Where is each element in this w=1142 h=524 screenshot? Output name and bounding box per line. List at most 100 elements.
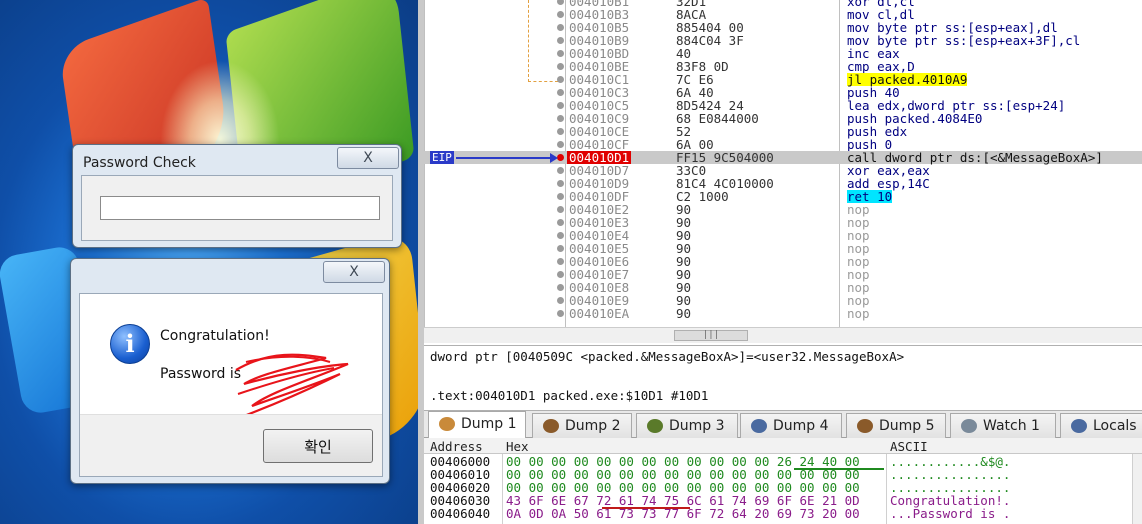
dialog-body xyxy=(81,175,393,241)
breakpoint-dot-icon[interactable] xyxy=(557,37,564,44)
breakpoint-dot-icon[interactable] xyxy=(557,167,564,174)
code-row[interactable]: 004010E3 90 nop xyxy=(424,216,1142,229)
password-input[interactable] xyxy=(100,196,380,220)
tab-dump-5[interactable]: Dump 5 xyxy=(846,413,946,438)
ok-button[interactable]: 확인 xyxy=(263,429,373,463)
tab-label: Locals xyxy=(1093,418,1137,434)
code-row[interactable]: 004010D7 33C0 xor eax,eax xyxy=(424,164,1142,177)
code-row[interactable]: 004010B1 32D1 xor dl,cl xyxy=(424,0,1142,8)
message-line-password: Password is xyxy=(160,366,242,382)
breakpoint-dot-icon[interactable] xyxy=(557,76,564,83)
debugger-window: 004010B1 32D1 xor dl,cl 004010B3 8ACA mov cl,… xyxy=(418,0,1142,524)
instruction-address: 004010EA xyxy=(569,306,630,321)
tab-label: Dump 4 xyxy=(773,418,829,434)
horizontal-scrollbar[interactable]: ||| xyxy=(424,327,1142,343)
tab-dump-1[interactable]: Dump 1 xyxy=(428,411,526,439)
breakpoint-dot-icon[interactable] xyxy=(557,24,564,31)
breakpoint-dot-icon[interactable] xyxy=(557,180,564,187)
eip-marker: EIP xyxy=(430,151,454,164)
info-icon: i xyxy=(110,324,150,364)
breakpoint-dot-icon[interactable] xyxy=(557,232,564,239)
breakpoint-dot-icon[interactable] xyxy=(557,310,564,317)
breakpoint-dot-icon[interactable] xyxy=(557,245,564,252)
dump-ascii: ...Password is . xyxy=(890,506,1011,521)
dialog-title: Password Check xyxy=(83,155,196,171)
instruction-bytes: 90 xyxy=(676,306,692,321)
tab-label: Dump 2 xyxy=(565,418,621,434)
code-row[interactable]: 004010EA 90 nop xyxy=(424,307,1142,320)
message-footer: 확인 xyxy=(80,414,382,476)
code-row[interactable]: 004010C1 7C E6 jl packed.4010A9 xyxy=(424,73,1142,86)
watch-icon xyxy=(961,419,977,433)
close-button[interactable]: X xyxy=(323,261,385,283)
close-button[interactable]: X xyxy=(337,147,399,169)
dump-row[interactable]: 00406040 0A 0D 0A 50 61 73 73 77 6F 72 64… xyxy=(424,507,1142,520)
tab-label: Dump 1 xyxy=(461,416,517,432)
code-row[interactable]: 004010DF C2 1000 ret 10 xyxy=(424,190,1142,203)
breakpoint-dot-icon[interactable] xyxy=(557,128,564,135)
breakpoint-dot-icon[interactable] xyxy=(557,258,564,265)
breakpoint-dot-icon[interactable] xyxy=(557,115,564,122)
code-row[interactable]: 004010E8 90 nop xyxy=(424,281,1142,294)
column-header-ascii: ASCII xyxy=(890,439,928,454)
scrollbar-thumb[interactable]: ||| xyxy=(674,330,748,341)
column-header-hex: Hex xyxy=(506,439,529,454)
breakpoint-dot-icon[interactable] xyxy=(557,102,564,109)
breakpoint-dot-icon[interactable] xyxy=(557,297,564,304)
breakpoint-dot-icon[interactable] xyxy=(557,154,564,161)
breakpoint-dot-icon[interactable] xyxy=(557,63,564,70)
dump-tabs: Dump 1 Dump 2 Dump 3 Dump 4 Dump 5 Watch… xyxy=(424,410,1142,439)
message-body: i Congratulation! Password is 확인 xyxy=(79,293,383,477)
code-row[interactable]: 004010E4 90 nop xyxy=(424,229,1142,242)
dump-header: Address Hex ASCII xyxy=(424,438,1142,454)
breakpoint-dot-icon[interactable] xyxy=(557,0,564,5)
tab-label: Dump 3 xyxy=(669,418,725,434)
info-line: .text:004010D1 packed.exe:$10D1 #10D1 xyxy=(430,388,709,403)
breakpoint-dot-icon[interactable] xyxy=(557,206,564,213)
tab-label: Dump 5 xyxy=(879,418,935,434)
eip-arrow-icon xyxy=(550,153,558,163)
tab-locals[interactable]: Locals xyxy=(1060,413,1142,438)
code-row[interactable]: 004010E2 90 nop xyxy=(424,203,1142,216)
column-header-address: Address xyxy=(430,439,483,454)
dump-icon xyxy=(751,419,767,433)
disassembly-pane[interactable]: 004010B1 32D1 xor dl,cl 004010B3 8ACA mov cl,… xyxy=(424,0,1142,345)
redaction-scribble xyxy=(235,353,349,418)
code-row[interactable]: 004010BD 40 inc eax xyxy=(424,47,1142,60)
password-check-dialog: Password Check X xyxy=(72,144,402,248)
breakpoint-dot-icon[interactable] xyxy=(557,271,564,278)
code-row[interactable]: 004010B9 884C04 3F mov byte ptr ss:[esp+ea… xyxy=(424,34,1142,47)
message-box-dialog: X i Congratulation! Password is 확인 xyxy=(70,258,390,484)
tab-dump-2[interactable]: Dump 2 xyxy=(532,413,632,438)
breakpoint-dot-icon[interactable] xyxy=(557,219,564,226)
code-row[interactable]: 004010BE 83F8 0D cmp eax,D xyxy=(424,60,1142,73)
tab-watch-1[interactable]: Watch 1 xyxy=(950,413,1056,438)
code-row[interactable]: 004010C9 68 E0844000 push packed.4084E0 xyxy=(424,112,1142,125)
dump-icon xyxy=(543,419,559,433)
tab-dump-4[interactable]: Dump 4 xyxy=(740,413,842,438)
dump-icon xyxy=(647,419,663,433)
dump-pane[interactable]: Address Hex ASCII 00406000 00 00 00 00 00… xyxy=(424,438,1142,524)
code-row[interactable]: 004010D9 81C4 4C010000 add esp,14C xyxy=(424,177,1142,190)
vertical-scrollbar[interactable] xyxy=(1132,454,1142,524)
tab-dump-3[interactable]: Dump 3 xyxy=(636,413,738,438)
code-row[interactable]: 004010E6 90 nop xyxy=(424,255,1142,268)
code-row[interactable]: 004010C5 8D5424 24 lea edx,dword ptr ss:[e… xyxy=(424,99,1142,112)
info-pane: dword ptr [0040509C <packed.&MessageBoxA… xyxy=(424,345,1142,407)
code-row[interactable]: 004010E5 90 nop xyxy=(424,242,1142,255)
breakpoint-dot-icon[interactable] xyxy=(557,11,564,18)
breakpoint-dot-icon[interactable] xyxy=(557,141,564,148)
tab-label: Watch 1 xyxy=(983,418,1040,434)
highlight-underline xyxy=(602,507,690,509)
dump-address: 00406040 xyxy=(430,506,491,521)
breakpoint-dot-icon[interactable] xyxy=(557,284,564,291)
breakpoint-dot-icon[interactable] xyxy=(557,193,564,200)
code-row[interactable]: 004010CE 52 push edx xyxy=(424,125,1142,138)
breakpoint-dot-icon[interactable] xyxy=(557,50,564,57)
code-row[interactable]: 004010E9 90 nop xyxy=(424,294,1142,307)
eip-arrow-line xyxy=(456,157,554,159)
breakpoint-dot-icon[interactable] xyxy=(557,89,564,96)
dump-icon xyxy=(439,417,455,431)
code-row[interactable]: 004010E7 90 nop xyxy=(424,268,1142,281)
highlight-underline xyxy=(794,468,884,470)
